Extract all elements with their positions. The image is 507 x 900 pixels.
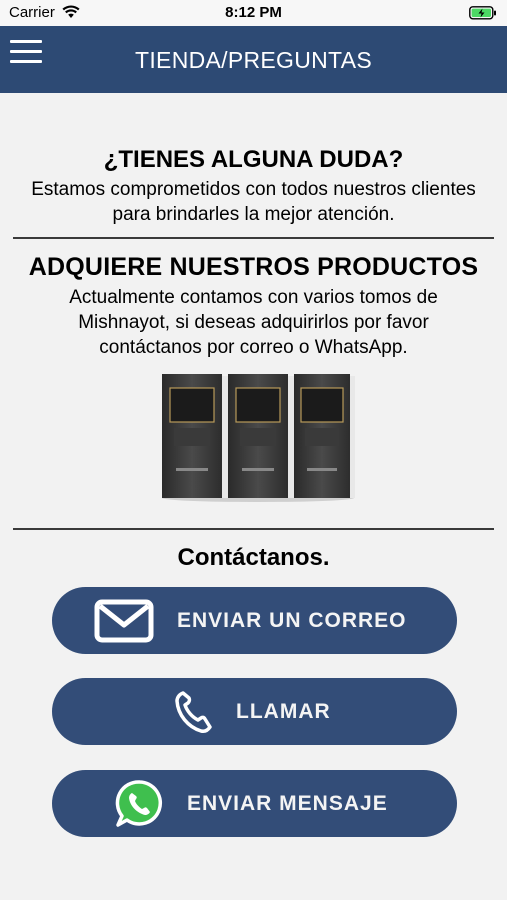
status-time: 8:12 PM <box>225 4 282 21</box>
phone-icon <box>175 690 212 733</box>
send-message-label: ENVIAR MENSAJE <box>187 792 388 815</box>
send-email-label: ENVIAR UN CORREO <box>177 609 407 632</box>
books-image <box>162 374 355 502</box>
contact-heading: Contáctanos. <box>177 544 330 571</box>
products-heading: ADQUIERE NUESTROS PRODUCTOS <box>28 253 479 281</box>
battery-icon <box>469 6 496 20</box>
faq-text: Estamos comprometidos con todos nuestros… <box>31 179 476 225</box>
products-text: Actualmente contamos con varios tomos de… <box>69 287 438 358</box>
divider <box>13 237 494 239</box>
call-button[interactable]: LLAMAR <box>52 678 457 745</box>
send-message-button[interactable]: ENVIAR MENSAJE <box>52 770 457 837</box>
call-label: LLAMAR <box>236 700 331 723</box>
whatsapp-icon <box>115 779 163 827</box>
status-bar: Carrier 8:12 PM <box>0 0 507 26</box>
envelope-icon <box>94 599 154 642</box>
nav-bar: TIENDA/PREGUNTAS <box>0 26 507 93</box>
faq-heading: ¿TIENES ALGUNA DUDA? <box>103 146 404 173</box>
page-title: TIENDA/PREGUNTAS <box>135 47 372 73</box>
send-email-button[interactable]: ENVIAR UN CORREO <box>52 587 457 654</box>
divider <box>13 528 494 530</box>
